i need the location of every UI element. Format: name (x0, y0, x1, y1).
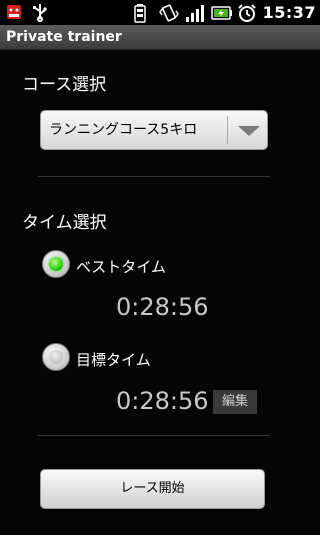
app-title: Private trainer (0, 25, 320, 50)
divider (38, 435, 270, 436)
alarm-icon (237, 3, 257, 23)
android-debug-icon (4, 2, 24, 22)
course-section-label: コース選択 (22, 75, 107, 95)
battery-charging-icon (210, 3, 232, 23)
course-spinner[interactable]: ランニングコース5キロ (40, 110, 268, 150)
vibrate-icon (158, 3, 179, 23)
time-section-label: タイム選択 (22, 213, 107, 233)
chevron-down-icon (238, 126, 260, 136)
course-selected-value: ランニングコース5キロ (49, 122, 198, 138)
radio-unchecked-indicator (49, 350, 63, 364)
start-race-button[interactable]: レース開始 (40, 469, 265, 509)
edit-target-time-button[interactable]: 編集 (213, 390, 257, 414)
clock: 15:37 (262, 3, 316, 22)
best-time-label[interactable]: ベストタイム (76, 256, 166, 277)
target-time-value: 0:28:56 (116, 387, 209, 415)
signal-icon (185, 3, 205, 23)
divider (38, 176, 270, 177)
main-content: コース選択 ランニングコース5キロ タイム選択 ベストタイム 0:28:56 目… (0, 50, 320, 535)
radio-checked-indicator (49, 257, 63, 271)
best-time-radio[interactable] (42, 250, 70, 278)
spinner-divider (227, 116, 228, 144)
battery-small-icon (133, 3, 153, 23)
best-time-value: 0:28:56 (116, 293, 209, 321)
usb-icon (30, 2, 50, 22)
target-time-radio[interactable] (42, 343, 70, 371)
target-time-label[interactable]: 目標タイム (76, 349, 151, 370)
status-bar: 15:37 (0, 0, 320, 25)
